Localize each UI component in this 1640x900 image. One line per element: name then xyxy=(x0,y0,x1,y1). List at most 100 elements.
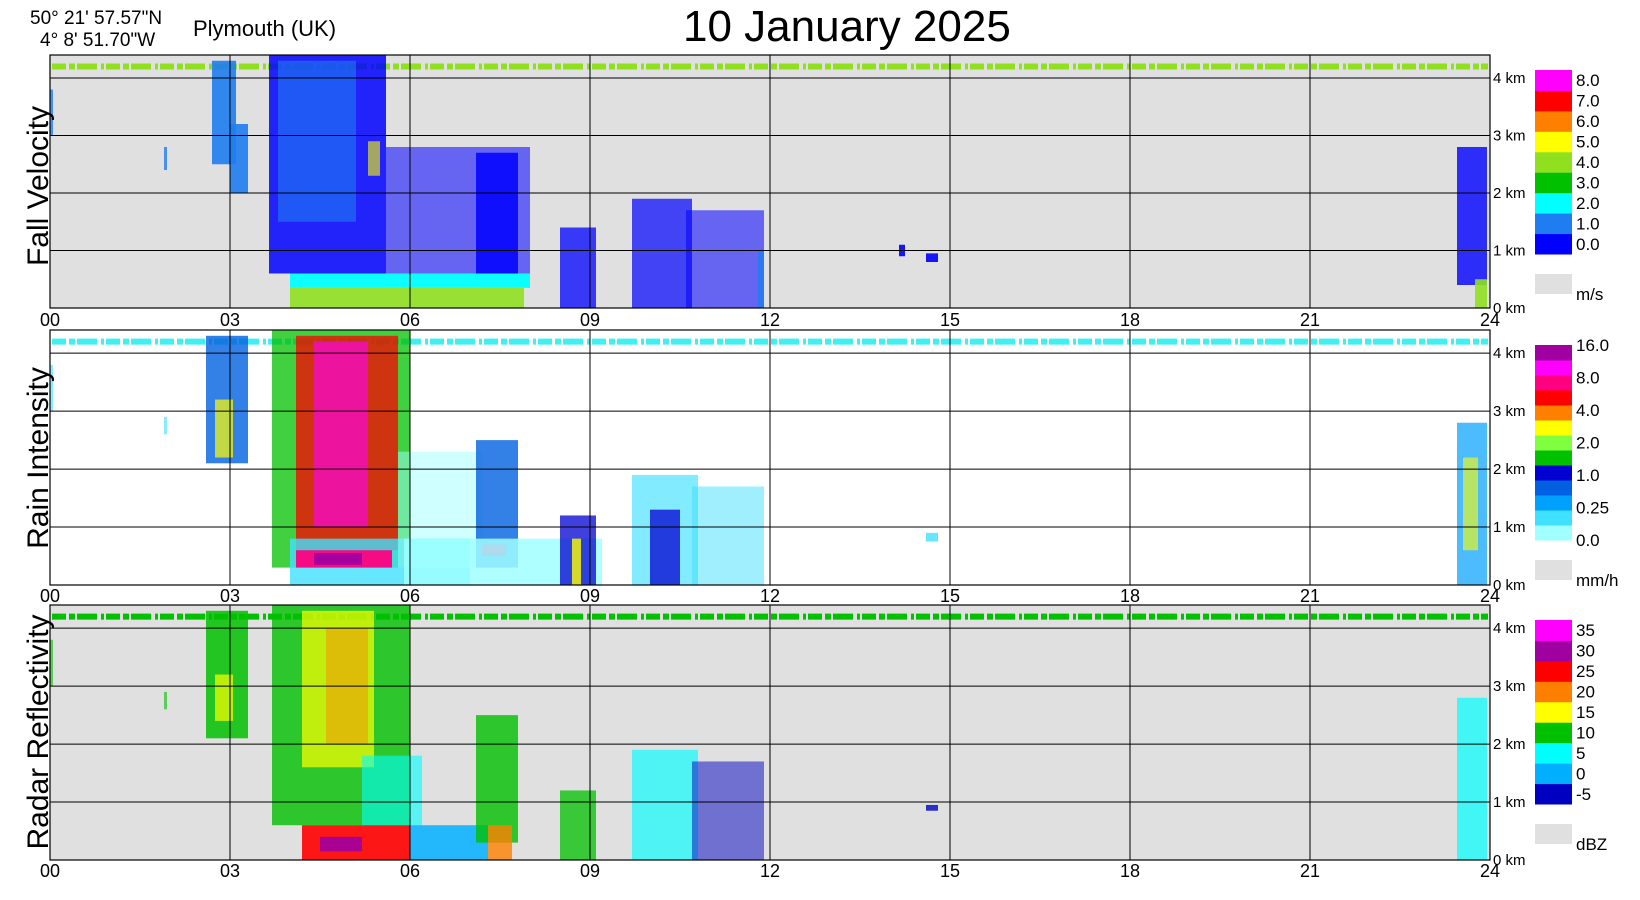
fall-velocity-legend-label-6: 6.0 xyxy=(1576,112,1600,131)
rain-intensity-legend-swatch-10 xyxy=(1535,375,1572,391)
fall-velocity-echo-5 xyxy=(278,60,356,222)
radar-reflectivity-legend-label-6: 25 xyxy=(1576,662,1595,681)
rain-intensity-x-tick-03: 03 xyxy=(220,586,240,606)
rain-intensity-legend-swatch-11 xyxy=(1535,360,1572,376)
fall-velocity-y-tick-3: 3 km xyxy=(1493,128,1526,145)
fall-velocity-legend-label-4: 4.0 xyxy=(1576,153,1600,172)
fall-velocity-x-tick-12: 12 xyxy=(760,310,780,330)
radar-reflectivity-axis-label: Radar Reflectivity xyxy=(22,614,55,849)
fall-velocity-y-tick-4: 4 km xyxy=(1493,70,1526,87)
radar-reflectivity-legend-swatch-4 xyxy=(1535,701,1572,723)
fall-velocity-x-tick-00: 00 xyxy=(40,310,60,330)
radar-reflectivity-echo-7 xyxy=(362,755,422,826)
fall-velocity-legend-label-2: 2.0 xyxy=(1576,194,1600,213)
radar-reflectivity-legend-swatch-6 xyxy=(1535,660,1572,682)
rain-intensity-legend-label-4: 4.0 xyxy=(1576,401,1600,420)
fall-velocity-echo-6 xyxy=(368,141,380,176)
radar-reflectivity-y-tick-1: 1 km xyxy=(1493,794,1526,811)
chart-canvas: 00 03 06 09 12 15 18 21 240 km1 km2 km3 km4 kmFa… xyxy=(22,54,1619,881)
fall-velocity-x-tick-03: 03 xyxy=(220,310,240,330)
fall-velocity-legend-swatch-8 xyxy=(1535,70,1572,91)
rain-intensity-y-tick-4: 4 km xyxy=(1493,345,1526,362)
radar-reflectivity-x-tick-03: 03 xyxy=(220,861,240,881)
rain-intensity-echo-17 xyxy=(650,509,680,585)
rain-intensity-legend-label-6: 16.0 xyxy=(1576,336,1609,355)
fall-velocity-echo-17 xyxy=(1457,147,1487,285)
fall-velocity-legend-swatch-0 xyxy=(1535,233,1572,255)
fall-velocity-y-tick-0: 0 km xyxy=(1493,300,1526,317)
fall-velocity-legend-label-1: 1.0 xyxy=(1576,214,1600,233)
fall-velocity-legend-swatch-2 xyxy=(1535,192,1572,214)
radar-reflectivity-legend-swatch-1 xyxy=(1535,763,1572,785)
fall-velocity-echo-14 xyxy=(758,250,764,308)
fall-velocity-echo-3 xyxy=(164,147,167,170)
rain-intensity-x-tick-06: 06 xyxy=(400,586,420,606)
rain-intensity-y-tick-3: 3 km xyxy=(1493,403,1526,420)
fall-velocity-legend-swatch-3 xyxy=(1535,172,1572,194)
fall-velocity-y-tick-1: 1 km xyxy=(1493,243,1526,260)
rain-intensity-nodata-swatch xyxy=(1535,560,1572,580)
fall-velocity-legend-label-8: 8.0 xyxy=(1576,71,1600,90)
radar-reflectivity-legend-swatch-2 xyxy=(1535,742,1572,764)
fall-velocity-echo-2 xyxy=(230,124,248,193)
radar-reflectivity-echo-15 xyxy=(692,761,764,860)
radar-reflectivity-legend-swatch-7 xyxy=(1535,640,1572,662)
fall-velocity-echo-11 xyxy=(560,227,596,308)
radar-reflectivity-echo-17 xyxy=(1457,697,1487,860)
radar-reflectivity-y-tick-2: 2 km xyxy=(1493,736,1526,753)
radar-reflectivity-legend-label-0: -5 xyxy=(1576,785,1591,804)
radar-reflectivity-x-tick-09: 09 xyxy=(580,861,600,881)
rain-intensity-echo-19 xyxy=(926,532,938,542)
fall-velocity-echo-18 xyxy=(1475,279,1487,308)
radar-reflectivity-legend-swatch-3 xyxy=(1535,722,1572,744)
fall-velocity-echo-10 xyxy=(476,152,518,274)
radar-reflectivity-unit-label: dBZ xyxy=(1576,835,1607,854)
radar-reflectivity-legend-label-2: 5 xyxy=(1576,744,1585,763)
rain-intensity-legend-swatch-5 xyxy=(1535,450,1572,466)
rain-intensity-legend-swatch-12 xyxy=(1535,345,1572,361)
rain-intensity-legend-swatch-1 xyxy=(1535,510,1572,526)
rain-intensity-echo-21 xyxy=(1463,457,1478,551)
fall-velocity-echo-8 xyxy=(290,287,524,308)
rain-intensity-x-tick-15: 15 xyxy=(940,586,960,606)
radar-reflectivity-legend-label-3: 10 xyxy=(1576,723,1595,742)
rain-intensity-x-tick-12: 12 xyxy=(760,586,780,606)
rain-intensity-x-tick-21: 21 xyxy=(1300,586,1320,606)
radar-reflectivity-echo-3 xyxy=(164,691,167,710)
radar-reflectivity-x-tick-21: 21 xyxy=(1300,861,1320,881)
rain-intensity-legend-swatch-8 xyxy=(1535,405,1572,421)
rain-intensity-legend-swatch-6 xyxy=(1535,435,1572,451)
radar-reflectivity-legend-swatch-8 xyxy=(1535,620,1572,641)
radar-reflectivity-y-tick-0: 0 km xyxy=(1493,852,1526,869)
radar-reflectivity-x-tick-15: 15 xyxy=(940,861,960,881)
rain-intensity-echo-15 xyxy=(572,538,581,585)
fall-velocity-legend-swatch-1 xyxy=(1535,213,1572,235)
rain-intensity-legend-label-5: 8.0 xyxy=(1576,369,1600,388)
rain-intensity-x-tick-00: 00 xyxy=(40,586,60,606)
rain-intensity-legend-swatch-3 xyxy=(1535,480,1572,496)
radar-reflectivity-echo-16 xyxy=(926,804,938,811)
rain-intensity-legend-swatch-7 xyxy=(1535,420,1572,436)
rain-intensity-echo-3 xyxy=(164,416,167,435)
fall-velocity-x-tick-18: 18 xyxy=(1120,310,1140,330)
radar-reflectivity-echo-9 xyxy=(320,836,362,852)
rain-intensity-echo-6 xyxy=(314,341,368,528)
rain-intensity-unit-label: mm/h xyxy=(1576,571,1619,590)
fall-velocity-legend-swatch-6 xyxy=(1535,110,1572,132)
fall-velocity-legend-label-7: 7.0 xyxy=(1576,92,1600,111)
radar-reflectivity-legend-label-1: 0 xyxy=(1576,764,1585,783)
radar-reflectivity-echo-12 xyxy=(488,825,512,860)
radar-reflectivity-legend-label-5: 20 xyxy=(1576,683,1595,702)
rain-intensity-legend-swatch-4 xyxy=(1535,465,1572,481)
radar-reflectivity-legend-label-4: 15 xyxy=(1576,703,1595,722)
fall-velocity-x-tick-15: 15 xyxy=(940,310,960,330)
rain-intensity-echo-9 xyxy=(314,553,362,565)
fall-velocity-echo-12 xyxy=(632,198,692,308)
radar-reflectivity-legend-swatch-5 xyxy=(1535,681,1572,703)
radar-reflectivity-legend-swatch-0 xyxy=(1535,783,1572,805)
rain-intensity-legend-label-1: 0.25 xyxy=(1576,499,1609,518)
radar-reflectivity-y-tick-4: 4 km xyxy=(1493,620,1526,637)
radar-reflectivity-nodata-swatch xyxy=(1535,824,1572,844)
radar-reflectivity-legend-label-8: 35 xyxy=(1576,621,1595,640)
fall-velocity-legend-label-5: 5.0 xyxy=(1576,133,1600,152)
